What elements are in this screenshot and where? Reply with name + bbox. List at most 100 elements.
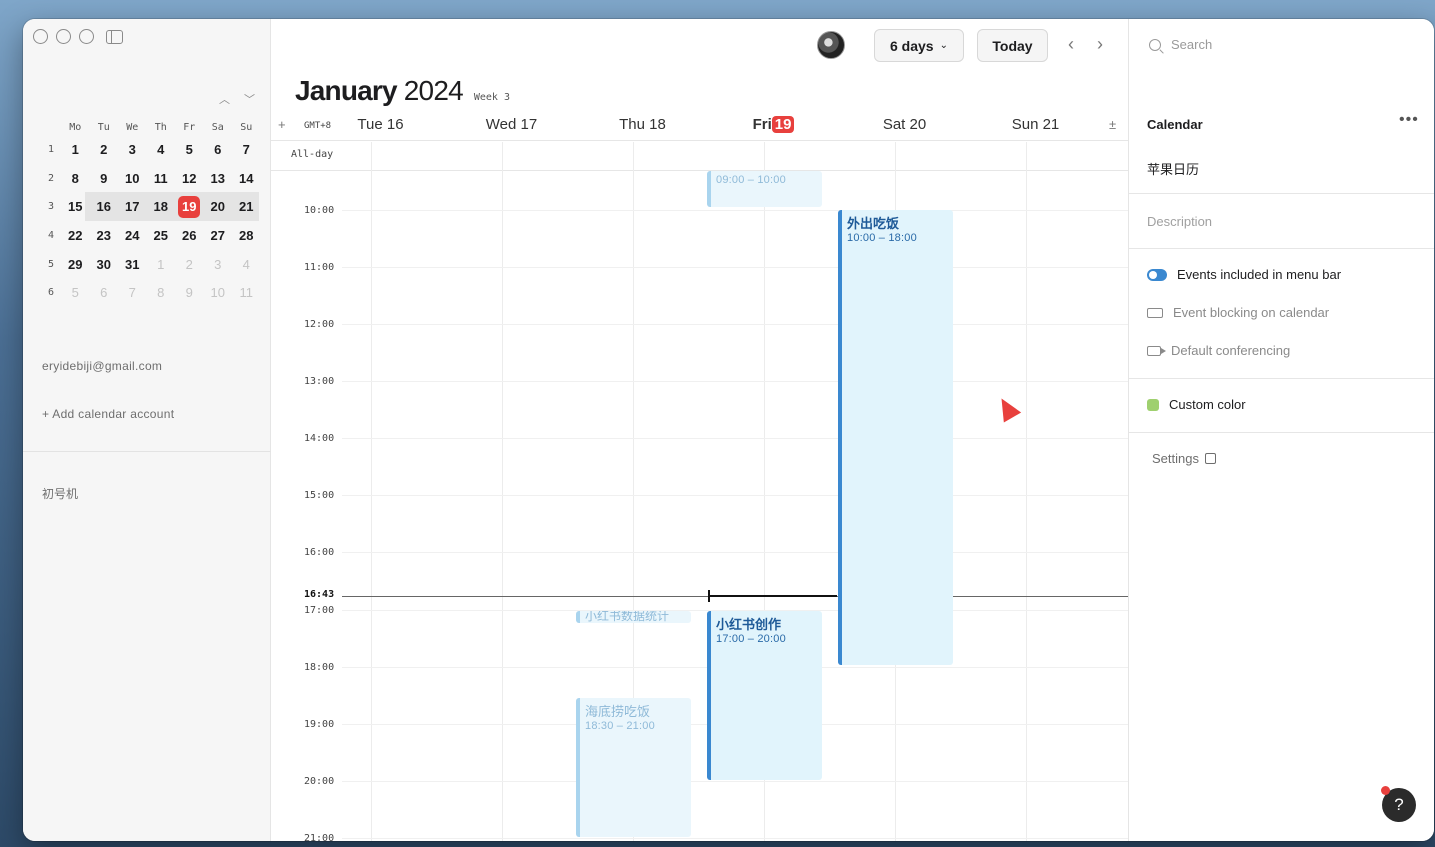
toggle-switch[interactable]	[1147, 268, 1167, 281]
time-label: 14:00	[304, 433, 335, 444]
mini-calendar-day[interactable]: 4	[232, 257, 261, 272]
event[interactable]: 海底捞吃饭 18:30 – 21:00	[576, 698, 691, 837]
time-label: 20:00	[304, 776, 335, 787]
mini-calendar-day[interactable]: 29	[61, 257, 90, 272]
description-field[interactable]: Description	[1147, 214, 1212, 229]
menu-bar-option[interactable]: Events included in menu bar	[1147, 267, 1341, 282]
avatar[interactable]	[817, 31, 845, 59]
mini-calendar-day[interactable]: 19	[175, 195, 204, 218]
mini-calendar-day[interactable]: 6	[204, 142, 233, 157]
mini-calendar-day[interactable]: 22	[61, 228, 90, 243]
previous-icon[interactable]: ‹	[1068, 34, 1074, 55]
day-column-header[interactable]: Fri 19	[708, 116, 839, 133]
search-input[interactable]: Search	[1171, 37, 1212, 52]
mini-calendar-day[interactable]: 27	[204, 228, 233, 243]
mini-calendar-day[interactable]: 21	[232, 199, 261, 214]
today-day[interactable]: 19	[178, 195, 201, 218]
mini-calendar-day[interactable]: 14	[232, 171, 261, 186]
add-calendar-account-button[interactable]: + Add calendar account	[42, 407, 174, 421]
day-column-header[interactable]: Tue 16	[315, 116, 446, 133]
week-label: Week 3	[473, 92, 510, 103]
mini-calendar-day[interactable]: 25	[147, 228, 176, 243]
mini-calendar-day[interactable]: 10	[118, 171, 147, 186]
event[interactable]: 小红书创作 17:00 – 20:00	[707, 611, 822, 780]
more-options-icon[interactable]: •••	[1399, 111, 1419, 129]
calendar-name-field[interactable]: 苹果日历	[1147, 159, 1199, 178]
mini-calendar-day[interactable]: 26	[175, 228, 204, 243]
account-email[interactable]: eryidebiji@gmail.com	[42, 359, 162, 373]
hour-line	[342, 838, 1128, 839]
mini-calendar-day[interactable]: 15	[61, 199, 90, 214]
day-number: 18	[649, 116, 666, 133]
day-column-header[interactable]: Wed 17	[446, 116, 577, 133]
event[interactable]: 小红书数据统计	[576, 611, 691, 623]
mini-calendar-day[interactable]: 31	[118, 257, 147, 272]
custom-color-option[interactable]: Custom color	[1147, 397, 1246, 412]
mini-calendar-day[interactable]: 18	[147, 199, 176, 214]
search-icon	[1149, 38, 1161, 51]
settings-link[interactable]: Settings	[1152, 451, 1216, 466]
view-range-label: 6 days	[890, 37, 934, 54]
calendar-details-panel: Search Calendar ••• 苹果日历 Description Eve…	[1128, 19, 1434, 841]
mini-calendar-day[interactable]: 30	[90, 257, 119, 272]
weekday-label: Fr	[183, 121, 196, 133]
divider	[1129, 432, 1434, 433]
expand-icon[interactable]: ±	[1109, 117, 1116, 132]
mini-calendar-day[interactable]: 28	[232, 228, 261, 243]
mini-calendar-day[interactable]: 2	[90, 142, 119, 157]
add-timezone-icon[interactable]: +	[278, 117, 286, 132]
mini-calendar-day[interactable]: 1	[147, 257, 176, 272]
event-blocking-label: Event blocking on calendar	[1173, 305, 1330, 320]
today-button[interactable]: Today	[977, 29, 1048, 62]
mini-calendar-day[interactable]: 23	[90, 228, 119, 243]
mini-calendar-day[interactable]: 7	[232, 142, 261, 157]
event[interactable]: 09:00 – 10:00	[707, 171, 822, 207]
color-swatch[interactable]	[1147, 398, 1159, 411]
year-label: 2024	[403, 75, 464, 106]
mini-calendar-day[interactable]: 5	[61, 285, 90, 300]
mini-calendar-day[interactable]: 2	[175, 257, 204, 272]
mini-calendar-day[interactable]: 16	[90, 199, 119, 214]
chevron-up-icon[interactable]: ︿	[219, 91, 230, 107]
conferencing-option[interactable]: Default conferencing	[1147, 343, 1290, 358]
weekday-label: We	[126, 121, 139, 133]
mini-calendar-day[interactable]: 8	[61, 171, 90, 186]
close-button[interactable]	[33, 29, 48, 44]
mini-calendar-day[interactable]: 5	[175, 142, 204, 157]
mini-calendar-day[interactable]: 12	[175, 171, 204, 186]
mini-calendar-day[interactable]: 17	[118, 199, 147, 214]
day-column-header[interactable]: Thu 18	[577, 116, 708, 133]
chevron-down-icon[interactable]: ﹀	[244, 91, 255, 107]
mini-calendar-day[interactable]: 9	[175, 285, 204, 300]
mini-calendar-day[interactable]: 13	[204, 171, 233, 186]
mini-calendar-day[interactable]: 3	[118, 142, 147, 157]
mini-calendar-day[interactable]: 11	[232, 285, 261, 300]
mini-calendar-day[interactable]: 6	[90, 285, 119, 300]
mini-calendar-day[interactable]: 1	[61, 142, 90, 157]
sidebar: ︿ ﹀ Mo Tu We Th Fr Sa Su 1 1 2 3 4 5 6 7 2 8 9 10 11…	[23, 19, 271, 841]
calendar-list-item[interactable]: 初号机	[42, 485, 78, 502]
mini-calendar-day[interactable]: 24	[118, 228, 147, 243]
minimize-button[interactable]	[56, 29, 71, 44]
day-column-header[interactable]: Sat 20	[839, 116, 970, 133]
mini-calendar-day[interactable]: 8	[147, 285, 176, 300]
day-column-header[interactable]: Sun 21	[970, 116, 1101, 133]
mini-calendar-day[interactable]: 7	[118, 285, 147, 300]
mini-calendar-day[interactable]: 9	[90, 171, 119, 186]
zoom-button[interactable]	[79, 29, 94, 44]
mini-calendar-day[interactable]: 4	[147, 142, 176, 157]
calendar-window: ︿ ﹀ Mo Tu We Th Fr Sa Su 1 1 2 3 4 5 6 7 2 8 9 10 11…	[23, 19, 1434, 841]
view-range-dropdown[interactable]: 6 days ⌄	[874, 29, 964, 62]
day-number: 16	[386, 116, 404, 133]
day-header-row: + GMT+8 Tue 16 Wed 17 Thu 18 Fri 19 Sat 20 Sun…	[271, 113, 1128, 141]
panel-title: Calendar	[1147, 117, 1203, 132]
mini-calendar-day[interactable]: 11	[147, 171, 176, 186]
event[interactable]: 外出吃饭 10:00 – 18:00	[838, 210, 953, 665]
next-icon[interactable]: ›	[1097, 34, 1103, 55]
mini-calendar-day[interactable]: 20	[204, 199, 233, 214]
mini-calendar-day[interactable]: 10	[204, 285, 233, 300]
search-bar[interactable]: Search	[1149, 37, 1212, 52]
sidebar-toggle-icon[interactable]	[106, 29, 123, 44]
event-blocking-option[interactable]: Event blocking on calendar	[1147, 305, 1329, 320]
mini-calendar-day[interactable]: 3	[204, 257, 233, 272]
